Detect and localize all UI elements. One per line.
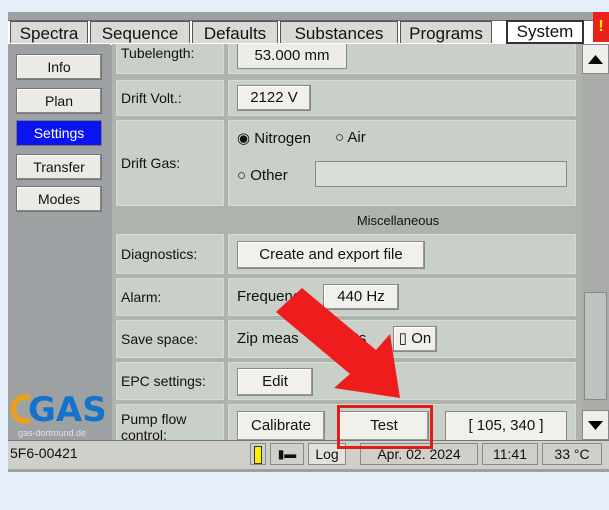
sidebar-item-info[interactable]: Info [16, 54, 102, 80]
sidebar-item-settings[interactable]: Settings [16, 120, 102, 146]
scrollbar[interactable] [582, 44, 609, 440]
diagnostics-label: Diagnostics: [116, 234, 224, 274]
record-icon: ▮▬ [270, 443, 304, 465]
miscellaneous-heading: Miscellaneous [356, 213, 440, 228]
alarm-label: Alarm: [116, 278, 224, 316]
tab-sequence[interactable]: Sequence [90, 21, 190, 43]
drift-volt-value[interactable]: 2122 V [237, 85, 311, 111]
device-id: 5F6-00421 [10, 445, 78, 461]
triangle-down-icon [588, 421, 603, 430]
tubelength-label: Tubelength: [116, 44, 224, 74]
radio-checked-icon: ◉ [237, 130, 251, 147]
diagnostics-cell: Create and export file [228, 234, 576, 274]
sidebar-item-plan[interactable]: Plan [16, 88, 102, 114]
drift-gas-label: Drift Gas: [116, 120, 224, 206]
other-label: Other [250, 167, 288, 184]
logo-text: GAS [28, 390, 107, 430]
tab-substances[interactable]: Substances [280, 21, 398, 43]
sidebar-item-transfer[interactable]: Transfer [16, 154, 102, 180]
row-diagnostics: Diagnostics: Create and export file [116, 234, 576, 274]
triangle-up-icon [588, 55, 603, 64]
sidebar-item-modes[interactable]: Modes [16, 186, 102, 212]
tab-spectra[interactable]: Spectra [10, 21, 88, 43]
logo-url: gas-dortmund.de [18, 428, 87, 438]
radio-other[interactable]: ○ Other [237, 167, 288, 184]
save-space-label: Save space: [116, 320, 224, 358]
calibrate-button[interactable]: Calibrate [237, 411, 325, 440]
row-tubelength: Tubelength: 53.000 mm [116, 44, 576, 74]
warning-icon[interactable]: ! [593, 12, 609, 42]
nitrogen-label: Nitrogen [254, 130, 311, 147]
row-drift-gas: Drift Gas: ◉ Nitrogen ○ Air ○ Other [116, 120, 576, 206]
test-button-highlight [337, 405, 433, 449]
sidebar: Info Plan Settings Transfer Modes GAS ga… [8, 44, 110, 440]
other-gas-input[interactable] [315, 161, 567, 187]
device-screen: Spectra Sequence Defaults Substances Pro… [8, 12, 609, 472]
radio-unchecked-icon: ○ [335, 129, 345, 146]
epc-label: EPC settings: [116, 362, 224, 400]
create-export-button[interactable]: Create and export file [237, 241, 425, 269]
status-time: 11:41 [482, 443, 538, 465]
air-label: Air [347, 129, 366, 146]
radio-nitrogen[interactable]: ◉ Nitrogen [237, 129, 311, 147]
drift-gas-cell: ◉ Nitrogen ○ Air ○ Other [228, 120, 576, 206]
tubelength-cell: 53.000 mm [228, 44, 576, 74]
tubelength-value[interactable]: 53.000 mm [237, 44, 347, 69]
pump-flow-label: Pump flow control: [116, 404, 224, 440]
scroll-thumb[interactable] [584, 292, 607, 400]
pump-flow-readout: [ 105, 340 ] [445, 411, 567, 440]
scroll-down-button[interactable] [582, 410, 609, 440]
status-bar: 5F6-00421 ▮▬ Log Apr. 02. 2024 11:41 33 … [8, 440, 609, 469]
tab-defaults[interactable]: Defaults [192, 21, 278, 43]
status-temperature: 33 °C [542, 443, 602, 465]
tab-system[interactable]: System [506, 20, 584, 44]
row-drift-volt: Drift Volt.: 2122 V [116, 80, 576, 116]
battery-icon [250, 443, 266, 465]
gas-logo: GAS gas-dortmund.de [8, 390, 110, 440]
tab-bar: Spectra Sequence Defaults Substances Pro… [8, 20, 609, 45]
radio-unchecked-icon: ○ [237, 167, 247, 184]
drift-volt-label: Drift Volt.: [116, 80, 224, 116]
radio-air[interactable]: ○ Air [335, 129, 366, 146]
tab-programs[interactable]: Programs [400, 21, 492, 43]
scroll-up-button[interactable] [582, 44, 609, 74]
drift-volt-cell: 2122 V [228, 80, 576, 116]
red-arrow-icon [276, 288, 400, 398]
